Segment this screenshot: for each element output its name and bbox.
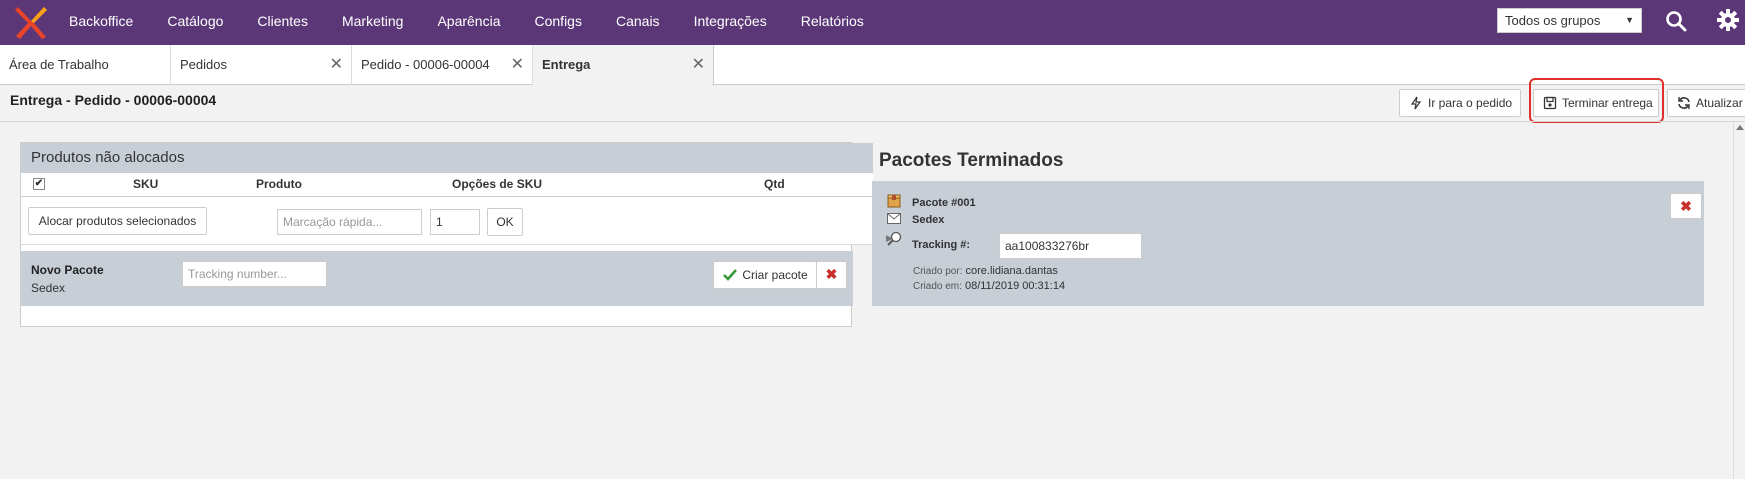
new-package-title: Novo Pacote bbox=[31, 263, 104, 277]
caret-down-icon: ▼ bbox=[1625, 15, 1634, 25]
scrollbar[interactable] bbox=[1733, 122, 1745, 479]
quantity-input[interactable]: 1 bbox=[430, 209, 480, 235]
tracking-value-input[interactable]: aa100833276br bbox=[999, 233, 1142, 259]
products-table-header: ✔ SKU Produto Opções de SKU Qtd bbox=[21, 173, 873, 197]
bolt-icon bbox=[1410, 96, 1422, 110]
col-qty: Qtd bbox=[764, 177, 785, 191]
tab-label: Área de Trabalho bbox=[9, 57, 109, 72]
gear-icon[interactable] bbox=[1716, 8, 1740, 32]
tab-label: Entrega bbox=[542, 57, 591, 72]
nav-item-relatorios[interactable]: Relatórios bbox=[784, 0, 881, 45]
main-nav: Backoffice Catálogo Clientes Marketing A… bbox=[52, 0, 881, 45]
nav-item-catalogo[interactable]: Catálogo bbox=[150, 0, 240, 45]
tab-entrega[interactable]: Entrega ✕ bbox=[533, 45, 714, 86]
nav-item-clientes[interactable]: Clientes bbox=[240, 0, 325, 45]
nav-item-backoffice[interactable]: Backoffice bbox=[52, 0, 150, 45]
brand-logo-icon[interactable] bbox=[14, 4, 48, 40]
new-package-carrier: Sedex bbox=[31, 281, 66, 295]
close-icon: ✖ bbox=[1680, 198, 1692, 214]
group-select-value: Todos os grupos bbox=[1505, 13, 1601, 28]
created-at-value: 08/11/2019 00:31:14 bbox=[964, 280, 1066, 292]
goto-order-label: Ir para o pedido bbox=[1428, 96, 1513, 110]
created-at-label: Criado em: bbox=[913, 281, 962, 292]
tab-bar: Área de Trabalho Pedidos ✕ Pedido - 0000… bbox=[0, 45, 1745, 86]
created-by-value: core.lidiana.dantas bbox=[965, 265, 1058, 277]
highlight-annotation bbox=[1529, 78, 1664, 123]
tab-area-de-trabalho[interactable]: Área de Trabalho bbox=[0, 45, 171, 85]
nav-item-integracoes[interactable]: Integrações bbox=[677, 0, 784, 45]
package-name: Pacote #001 bbox=[912, 197, 976, 209]
magnifier-icon bbox=[887, 231, 902, 246]
create-package-label: Criar pacote bbox=[742, 268, 808, 282]
group-select[interactable]: Todos os grupos ▼ bbox=[1497, 8, 1642, 33]
unallocated-products-title: Produtos não alocados bbox=[21, 143, 873, 173]
package-carrier: Sedex bbox=[912, 214, 945, 226]
select-all-checkbox[interactable]: ✔ bbox=[33, 178, 45, 190]
new-package-row: Novo Pacote Sedex Tracking number... Cri… bbox=[21, 251, 853, 306]
nav-item-canais[interactable]: Canais bbox=[599, 0, 677, 45]
refresh-icon bbox=[1678, 97, 1690, 109]
close-icon[interactable]: ✕ bbox=[511, 45, 524, 85]
ok-button[interactable]: OK bbox=[487, 208, 523, 236]
nav-item-configs[interactable]: Configs bbox=[518, 0, 599, 45]
col-sku: SKU bbox=[133, 177, 159, 191]
create-package-button[interactable]: Criar pacote bbox=[713, 261, 817, 289]
nav-item-aparencia[interactable]: Aparência bbox=[420, 0, 517, 45]
created-by-label: Criado por: bbox=[913, 266, 963, 277]
cancel-package-button[interactable]: ✖ bbox=[816, 261, 847, 289]
scroll-up-arrow-icon[interactable] bbox=[1736, 125, 1744, 130]
finished-packages-title: Pacotes Terminados bbox=[879, 150, 1064, 171]
allocate-selected-button[interactable]: Alocar produtos selecionados bbox=[28, 207, 207, 235]
page-title: Entrega - Pedido - 00006-00004 bbox=[10, 92, 217, 108]
top-navbar: Backoffice Catálogo Clientes Marketing A… bbox=[0, 0, 1745, 45]
nav-item-marketing[interactable]: Marketing bbox=[325, 0, 420, 45]
created-by-row: Criado por: core.lidiana.dantas bbox=[913, 265, 1058, 277]
col-sku-options: Opções de SKU bbox=[452, 177, 543, 191]
created-at-row: Criado em: 08/11/2019 00:31:14 bbox=[913, 280, 1065, 292]
goto-order-button[interactable]: Ir para o pedido bbox=[1399, 89, 1521, 117]
refresh-button[interactable]: Atualizar bbox=[1667, 89, 1745, 117]
header-divider bbox=[0, 121, 1745, 122]
tab-pedido[interactable]: Pedido - 00006-00004 ✕ bbox=[352, 45, 533, 85]
finished-package-card: Pacote #001 Sedex ▶ Tracking #: aa100833… bbox=[872, 181, 1704, 306]
unallocated-products-panel: Produtos não alocados ✔ SKU Produto Opçõ… bbox=[20, 142, 873, 327]
allocate-row: Alocar produtos selecionados Marcação rá… bbox=[21, 197, 873, 245]
tab-pedidos[interactable]: Pedidos ✕ bbox=[171, 45, 352, 85]
envelope-icon bbox=[887, 213, 901, 224]
tracking-label: Tracking #: bbox=[912, 239, 971, 251]
close-icon: ✖ bbox=[825, 266, 838, 282]
tab-label: Pedidos bbox=[180, 57, 227, 72]
tracking-number-input[interactable]: Tracking number... bbox=[182, 261, 327, 287]
refresh-label: Atualizar bbox=[1696, 96, 1743, 110]
check-icon bbox=[723, 269, 737, 281]
search-icon[interactable] bbox=[1664, 9, 1688, 33]
close-icon[interactable]: ✕ bbox=[330, 45, 343, 85]
delete-package-button[interactable]: ✖ bbox=[1670, 193, 1702, 219]
close-icon[interactable]: ✕ bbox=[692, 45, 705, 85]
tab-label: Pedido - 00006-00004 bbox=[361, 57, 490, 72]
package-icon bbox=[887, 194, 901, 208]
col-product: Produto bbox=[256, 177, 302, 191]
quick-mark-input[interactable]: Marcação rápida... bbox=[277, 209, 422, 235]
